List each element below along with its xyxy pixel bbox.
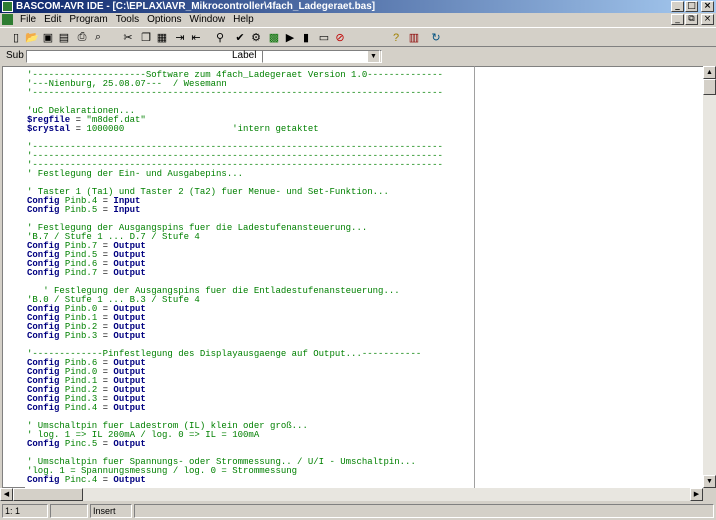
doc-close-button[interactable]: × (701, 14, 714, 25)
code-line: Config Pinb.5 = Input (27, 205, 141, 215)
open-file-icon[interactable]: 📂 (24, 30, 40, 45)
save-icon[interactable]: ▣ (40, 30, 56, 45)
modified-indicator (50, 504, 88, 518)
stop-icon[interactable]: ⊘ (332, 30, 348, 45)
menu-options[interactable]: Options (143, 13, 185, 26)
bascom-app-icon (2, 1, 13, 12)
print-icon[interactable]: ⎙ (74, 30, 90, 45)
line-gutter (2, 66, 25, 488)
scroll-right-icon[interactable]: ▶ (690, 488, 703, 501)
help-icon[interactable]: ? (388, 30, 404, 45)
code-area[interactable]: '---------------------Software zum 4fach… (25, 66, 474, 488)
status-message (134, 504, 714, 518)
title-bar: BASCOM-AVR IDE - [C:\EPLAX\AVR_Mikrocont… (0, 0, 716, 13)
code-line: '---------------------------------------… (27, 88, 443, 98)
terminal-icon[interactable]: ▮ (298, 30, 314, 45)
scroll-up-icon[interactable]: ▲ (703, 66, 716, 79)
code-line: Config Pinc.5 = Output (27, 439, 146, 449)
code-line: Config Pind.4 = Output (27, 403, 146, 413)
indent-icon[interactable]: ⇥ (172, 30, 188, 45)
find-icon[interactable]: ⚲ (212, 30, 228, 45)
chevron-down-icon[interactable]: ▼ (368, 51, 379, 62)
label-label: Label (232, 50, 257, 61)
maximize-button[interactable]: □ (685, 1, 698, 12)
sub-label: Sub (6, 50, 24, 61)
status-bar: 1: 1 Insert (0, 503, 716, 520)
code-line: Config Pinb.3 = Output (27, 331, 146, 341)
minimize-button[interactable]: _ (671, 1, 684, 12)
document-icon[interactable] (2, 14, 13, 25)
simulate-icon[interactable]: ▶ (282, 30, 298, 45)
compile-icon[interactable]: ⚙ (248, 30, 264, 45)
toolbar: ▯ 📂 ▣ ▤ ⎙ ⌕ ✂ ❐ ▦ ⇥ ⇤ ⚲ ✔ ⚙ ▩ ▶ ▮ ▭ ⊘? ▥ ↻ (0, 27, 716, 47)
menu-help[interactable]: Help (229, 13, 258, 26)
cursor-position: 1: 1 (2, 504, 48, 518)
label-combobox[interactable]: ▼ (262, 50, 380, 63)
editor-right-area (474, 66, 703, 488)
print-preview-icon[interactable]: ⌕ (90, 30, 106, 45)
scroll-down-icon[interactable]: ▼ (703, 475, 716, 488)
vertical-scrollbar[interactable]: ▲ ▼ (703, 66, 716, 488)
menu-tools[interactable]: Tools (112, 13, 143, 26)
menu-list: File Edit Program Tools Options Window Help (16, 13, 258, 26)
menu-program[interactable]: Program (65, 13, 111, 26)
insert-mode: Insert (90, 504, 132, 518)
paste-icon[interactable]: ▦ (154, 30, 170, 45)
code-line: ' Festlegung der Ein- und Ausgabepins... (27, 169, 244, 179)
syntax-check-icon[interactable]: ✔ (232, 30, 248, 45)
code-editor: '---------------------Software zum 4fach… (0, 65, 716, 501)
program-chip-icon[interactable]: ▩ (266, 30, 282, 45)
horizontal-scroll-thumb[interactable] (13, 488, 83, 501)
doc-restore-button[interactable]: ⧉ (685, 14, 698, 25)
menu-edit[interactable]: Edit (40, 13, 65, 26)
vertical-scroll-thumb[interactable] (703, 79, 716, 95)
code-line: Config Pinc.4 = Output (27, 475, 146, 485)
sub-label-bar: Sub ▼ Label ▼ (0, 48, 716, 64)
lcd-designer-icon[interactable]: ▭ (316, 30, 332, 45)
settings-icon[interactable]: ▥ (406, 30, 422, 45)
menu-file[interactable]: File (16, 13, 40, 26)
cut-icon[interactable]: ✂ (120, 30, 136, 45)
code-line: $crystal = 1000000 'intern getaktet (27, 124, 319, 134)
horizontal-scrollbar[interactable]: ◀ ▶ (0, 488, 703, 501)
window-title: BASCOM-AVR IDE - [C:\EPLAX\AVR_Mikrocont… (16, 1, 376, 12)
menu-bar: File Edit Program Tools Options Window Help _ … (0, 13, 716, 26)
scroll-left-icon[interactable]: ◀ (0, 488, 13, 501)
new-file-icon[interactable]: ▯ (8, 30, 24, 45)
save-as-icon[interactable]: ▤ (56, 30, 72, 45)
doc-minimize-button[interactable]: _ (671, 14, 684, 25)
close-button[interactable]: × (701, 1, 714, 12)
code-line: Config Pind.7 = Output (27, 268, 146, 278)
outdent-icon[interactable]: ⇤ (188, 30, 204, 45)
menu-window[interactable]: Window (186, 13, 230, 26)
copy-icon[interactable]: ❐ (138, 30, 154, 45)
update-icon[interactable]: ↻ (428, 30, 444, 45)
